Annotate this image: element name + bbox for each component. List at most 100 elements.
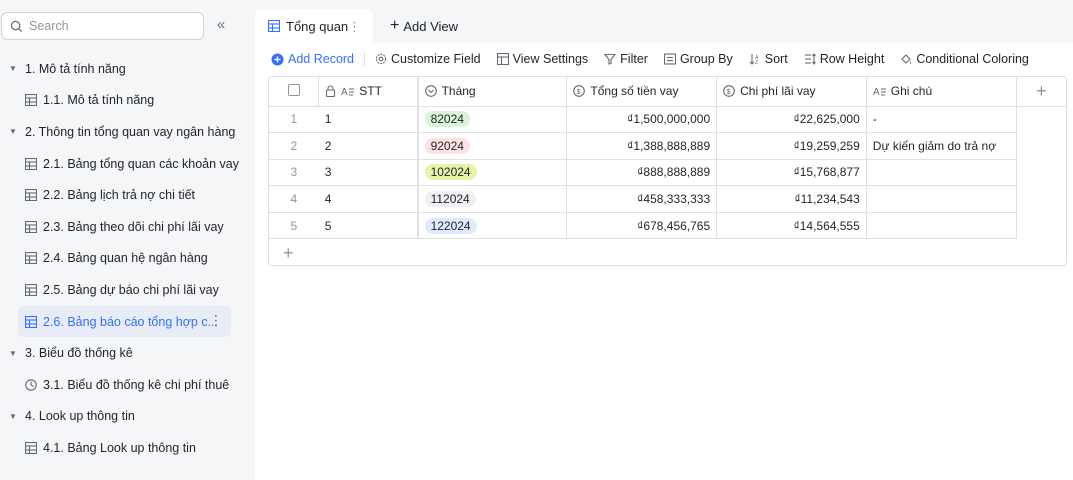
cell-thang[interactable]: 102024 xyxy=(417,159,568,187)
table-icon xyxy=(24,94,38,107)
empty-cell xyxy=(1016,133,1066,160)
customize-field-button[interactable]: Customize Field xyxy=(375,52,481,66)
search-icon xyxy=(10,20,23,32)
column-header-tong-so-tien-vay[interactable]: $ Tổng số tiền vay xyxy=(566,77,718,107)
group-by-label: Group By xyxy=(679,52,733,66)
cell-tong-so-tien-vay[interactable]: ₫678,456,765 xyxy=(566,212,718,240)
row-index[interactable]: 2 xyxy=(269,132,319,160)
dashboard-icon xyxy=(25,378,37,391)
row-index[interactable]: 5 xyxy=(269,212,319,240)
row-index[interactable]: 3 xyxy=(269,159,319,187)
add-row-button[interactable]: + xyxy=(283,243,294,264)
group-by-button[interactable]: Group By xyxy=(663,52,733,66)
text-field-icon: A xyxy=(341,87,355,97)
cell-stt[interactable]: 3 xyxy=(318,159,419,187)
sidebar-item[interactable]: 1.1. Mô tả tính năng xyxy=(0,85,241,117)
sidebar-item[interactable]: 2.6. Bảng báo cáo tổng hợp c... ⋮ xyxy=(18,305,231,338)
cell-ghi-chu[interactable]: Dự kiến giảm do trả nợ xyxy=(866,132,1017,160)
svg-text:Z: Z xyxy=(755,60,758,65)
select-all-cell[interactable] xyxy=(269,77,320,107)
cell-stt[interactable]: 1 xyxy=(318,106,419,134)
sidebar-group[interactable]: ▼ 1. Mô tả tính năng xyxy=(0,53,241,85)
sidebar-group[interactable]: ▼ 2. Thông tin tổng quan vay ngân hàng xyxy=(0,116,241,148)
sidebar-item-label: 2.1. Bảng tổng quan các khoản vay xyxy=(43,156,239,171)
sidebar-item[interactable]: 2.2. Bảng lịch trả nợ chi tiết xyxy=(0,179,241,211)
conditional-coloring-button[interactable]: Conditional Coloring xyxy=(900,52,1029,66)
cell-ghi-chu[interactable] xyxy=(866,212,1017,240)
sidebar-item[interactable]: 2.3. Bảng theo dõi chi phí lãi vay xyxy=(0,211,241,243)
cell-tong-so-tien-vay[interactable]: ₫1,388,888,889 xyxy=(566,132,718,160)
column-header-stt[interactable]: A STT xyxy=(318,77,419,107)
more-vertical-icon[interactable]: ⋮ xyxy=(348,19,361,35)
cell-thang[interactable]: 112024 xyxy=(417,185,568,213)
view-settings-button[interactable]: View Settings xyxy=(496,52,588,66)
cell-chi-phi-lai-vay[interactable]: ₫11,234,543 xyxy=(716,185,867,213)
row-height-button[interactable]: Row Height xyxy=(804,52,884,66)
tab-tong-quan[interactable]: Tổng quan ⋮ xyxy=(255,9,373,43)
sidebar-item-label: 2.4. Bảng quan hệ ngân hàng xyxy=(43,251,208,266)
header-row: A STT Tháng $ Tổng số tiền vay $ Chi phí… xyxy=(269,77,1066,107)
data-grid: A STT Tháng $ Tổng số tiền vay $ Chi phí… xyxy=(268,76,1067,266)
tab-label: Tổng quan xyxy=(286,18,349,34)
sidebar-item[interactable]: 3.1. Biểu đồ thống kê chi phí thuê xyxy=(0,369,241,401)
view-settings-icon xyxy=(496,53,509,65)
cell-thang[interactable]: 122024 xyxy=(417,212,568,240)
sidebar-item[interactable]: 2.5. Bảng dự báo chi phí lãi vay xyxy=(0,274,241,306)
cell-stt[interactable]: 5 xyxy=(318,212,419,240)
month-tag: 112024 xyxy=(424,191,476,208)
cell-stt[interactable]: 4 xyxy=(318,185,419,213)
table-row[interactable]: 4 4 112024 ₫458,333,333 ₫11,234,543 xyxy=(269,185,1066,213)
table-row[interactable]: 3 3 102024 ₫888,888,889 ₫15,768,877 xyxy=(269,159,1066,187)
filter-button[interactable]: Filter xyxy=(604,52,648,66)
column-header-ghi-chu[interactable]: A Ghi chú xyxy=(866,77,1017,107)
column-header-chi-phi-lai-vay[interactable]: $ Chi phí lãi vay xyxy=(716,77,867,107)
table-row[interactable]: 1 1 82024 ₫1,500,000,000 ₫22,625,000- xyxy=(269,106,1066,134)
double-chevron-left-icon[interactable]: « xyxy=(213,17,229,34)
text-field-icon: A xyxy=(873,87,886,97)
cell-tong-so-tien-vay[interactable]: ₫1,500,000,000 xyxy=(566,106,718,134)
caret-down-icon[interactable]: ▼ xyxy=(9,64,19,73)
sort-button[interactable]: AZ Sort xyxy=(749,52,788,66)
sidebar-item[interactable]: 4.1. Bảng Look up thông tin xyxy=(0,432,241,464)
cell-ghi-chu[interactable]: - xyxy=(866,106,1017,134)
empty-cell xyxy=(1016,212,1066,239)
cell-chi-phi-lai-vay[interactable]: ₫14,564,555 xyxy=(716,212,867,240)
cell-chi-phi-lai-vay[interactable]: ₫19,259,259 xyxy=(716,132,867,160)
cell-chi-phi-lai-vay[interactable]: ₫22,625,000 xyxy=(716,106,867,134)
sidebar-item[interactable]: 2.4. Bảng quan hệ ngân hàng xyxy=(0,243,241,275)
row-index[interactable]: 1 xyxy=(269,106,319,134)
sidebar-group[interactable]: ▼ 4. Look up thông tin xyxy=(0,401,241,433)
table-icon xyxy=(24,220,38,233)
search-input[interactable] xyxy=(29,19,189,33)
add-view-button[interactable]: + Add View xyxy=(390,17,458,35)
sort-label: Sort xyxy=(764,52,788,66)
cell-ghi-chu[interactable] xyxy=(866,185,1017,213)
caret-down-icon[interactable]: ▼ xyxy=(9,412,19,421)
cell-tong-so-tien-vay[interactable]: ₫888,888,889 xyxy=(566,159,718,187)
cell-chi-phi-lai-vay[interactable]: ₫15,768,877 xyxy=(716,159,867,187)
add-record-button[interactable]: Add Record xyxy=(271,52,354,66)
more-vertical-icon[interactable]: ⋮ xyxy=(209,313,223,327)
svg-text:$: $ xyxy=(577,89,581,96)
select-all-checkbox[interactable] xyxy=(287,83,300,96)
cell-stt[interactable]: 2 xyxy=(318,132,419,160)
cell-ghi-chu[interactable] xyxy=(866,159,1017,187)
row-index[interactable]: 4 xyxy=(269,185,319,213)
table-icon xyxy=(24,441,38,454)
search-box[interactable] xyxy=(1,12,204,40)
cell-thang[interactable]: 82024 xyxy=(417,106,568,134)
sidebar-item[interactable]: 2.1. Bảng tổng quan các khoản vay xyxy=(0,148,241,180)
column-header-thang[interactable]: Tháng xyxy=(417,77,568,107)
table-row[interactable]: 5 5 122024 ₫678,456,765 ₫14,564,555 xyxy=(269,212,1066,240)
table-row[interactable]: 2 2 92024 ₫1,388,888,889 ₫19,259,259 Dự kiến … xyxy=(269,132,1066,160)
add-view-label: Add View xyxy=(403,18,459,34)
plus-circle-icon xyxy=(271,53,284,65)
cell-tong-so-tien-vay[interactable]: ₫458,333,333 xyxy=(566,185,718,213)
sidebar-group[interactable]: ▼ 3. Biểu đồ thống kê xyxy=(0,337,241,369)
add-column-button[interactable]: + xyxy=(1016,77,1066,107)
sidebar-item-label: 2.6. Bảng báo cáo tổng hợp c... xyxy=(43,314,218,329)
caret-down-icon[interactable]: ▼ xyxy=(9,349,19,358)
single-select-icon xyxy=(424,85,437,98)
caret-down-icon[interactable]: ▼ xyxy=(9,127,19,136)
cell-thang[interactable]: 92024 xyxy=(417,132,568,160)
